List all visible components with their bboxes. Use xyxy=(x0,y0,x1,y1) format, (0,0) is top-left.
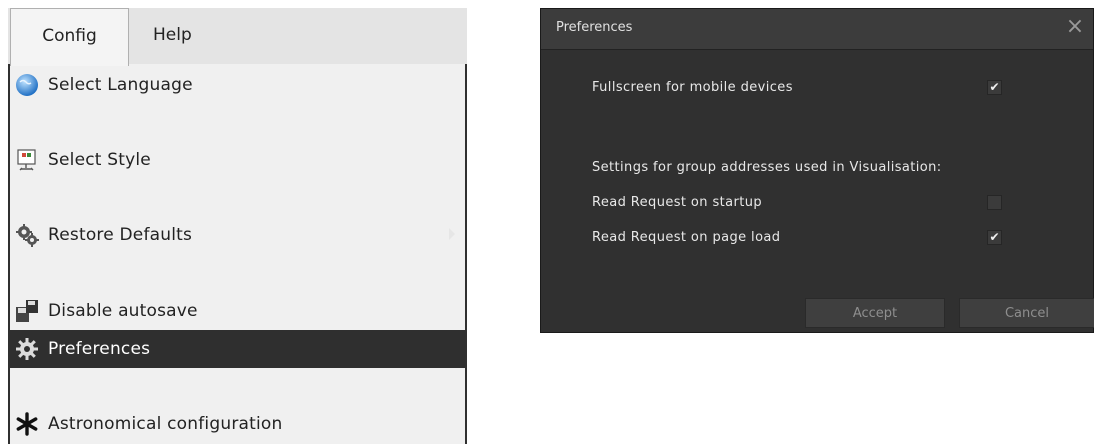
dialog-header: Preferences × xyxy=(541,9,1093,50)
asterisk-icon xyxy=(14,411,40,437)
save-icon xyxy=(14,298,40,324)
option-label-fullscreen: Fullscreen for mobile devices xyxy=(592,80,793,95)
menu-tab-config[interactable]: Config xyxy=(10,8,129,66)
menu-item-select-style[interactable]: Select Style xyxy=(10,141,465,179)
checkbox-read-request-page-load[interactable]: ✔ xyxy=(987,230,1002,245)
menu-tab-help[interactable]: Help xyxy=(153,8,192,64)
menu-item-disable-autosave[interactable]: Disable autosave xyxy=(10,292,465,330)
section-heading-group-addresses: Settings for group addresses used in Vis… xyxy=(592,160,942,175)
checkbox-read-request-startup[interactable] xyxy=(987,195,1002,210)
checkbox-fullscreen[interactable]: ✔ xyxy=(987,80,1002,95)
dialog-title: Preferences xyxy=(556,20,633,35)
menu-item-label: Preferences xyxy=(48,339,151,359)
option-label-read-request-startup: Read Request on startup xyxy=(592,195,763,210)
close-icon[interactable]: × xyxy=(1063,15,1087,39)
menu-bar: Config Help xyxy=(8,8,467,66)
menu-item-label: Select Style xyxy=(48,150,151,170)
gear-icon xyxy=(14,336,40,362)
cancel-button[interactable]: Cancel xyxy=(959,298,1094,328)
menu-item-restore-defaults[interactable]: Restore Defaults xyxy=(10,216,465,254)
option-label-read-request-page-load: Read Request on page load xyxy=(592,230,781,245)
menu-item-select-language[interactable]: Select Language xyxy=(10,66,465,104)
menu-item-label: Restore Defaults xyxy=(48,225,193,245)
accept-button[interactable]: Accept xyxy=(805,298,945,328)
gears-icon xyxy=(14,222,40,248)
config-dropdown-menu: Select Language Select Style Restore Def… xyxy=(8,64,467,444)
menu-item-label: Select Language xyxy=(48,75,193,95)
submenu-arrow-icon xyxy=(449,228,455,240)
menu-item-astronomical-configuration[interactable]: Astronomical configuration xyxy=(10,405,465,443)
menu-item-label: Disable autosave xyxy=(48,301,198,321)
menu-item-preferences[interactable]: Preferences xyxy=(10,330,465,368)
preferences-dialog: Preferences × Fullscreen for mobile devi… xyxy=(540,8,1094,333)
menu-item-label: Astronomical configuration xyxy=(48,414,283,434)
monitor-icon xyxy=(14,147,40,173)
globe-icon xyxy=(14,72,40,98)
